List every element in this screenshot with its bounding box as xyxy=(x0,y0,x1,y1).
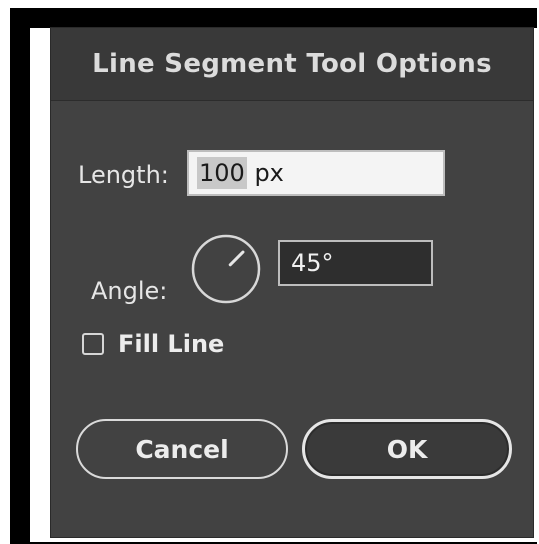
angle-label: Angle: xyxy=(91,277,168,305)
angle-value: 45° xyxy=(291,249,334,277)
fill-line-checkbox[interactable] xyxy=(82,333,104,355)
length-label: Length: xyxy=(78,161,169,189)
cancel-button[interactable]: Cancel xyxy=(76,419,288,479)
dialog-titlebar[interactable]: Line Segment Tool Options xyxy=(51,28,533,101)
length-value-selected: 100 xyxy=(197,157,247,189)
angle-dial-circle xyxy=(191,234,261,304)
ok-button[interactable]: OK xyxy=(302,419,512,479)
length-input[interactable]: 100 px xyxy=(187,150,445,196)
angle-input[interactable]: 45° xyxy=(278,240,433,286)
ok-button-label: OK xyxy=(386,434,428,464)
angle-dial-needle xyxy=(228,250,245,267)
angle-dial-icon[interactable] xyxy=(190,233,262,305)
line-segment-tool-options-dialog: Line Segment Tool Options Length: 100 px… xyxy=(50,27,534,538)
dialog-title: Line Segment Tool Options xyxy=(92,49,492,79)
fill-line-label[interactable]: Fill Line xyxy=(118,330,224,358)
cancel-button-label: Cancel xyxy=(135,434,229,464)
length-value-unit: px xyxy=(246,159,284,187)
